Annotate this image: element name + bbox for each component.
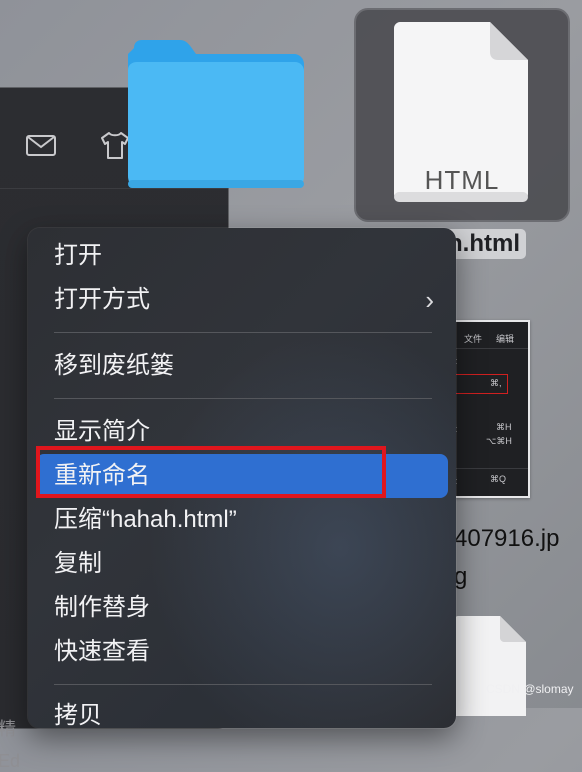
menu-item-label: 打开 bbox=[54, 242, 102, 269]
tshirt-icon[interactable] bbox=[98, 128, 132, 162]
thumb-key-3: ⌥⌘H bbox=[486, 436, 512, 446]
menu-item-duplicate[interactable]: 复制 bbox=[36, 542, 448, 586]
thumb-menu-edit: 编辑 bbox=[496, 334, 515, 344]
thumb-key-1: ⌘, bbox=[490, 378, 502, 388]
menu-item-label: 制作替身 bbox=[54, 594, 150, 621]
watermark: CSDN @slomay bbox=[486, 682, 574, 696]
menu-item-compress[interactable]: 压缩“hahah.html” bbox=[36, 498, 448, 542]
menu-item-copy[interactable]: 拷贝 bbox=[36, 694, 448, 728]
file-type-label: HTML bbox=[424, 165, 500, 195]
side-text-2: Ed bbox=[0, 751, 21, 771]
menu-item-move-to-trash[interactable]: 移到废纸篓 bbox=[36, 344, 448, 388]
jpg-file-name[interactable]: 407916.jp bbox=[454, 525, 559, 553]
annotation-highlight-box bbox=[36, 446, 386, 498]
thumb-key-4: ⌘Q bbox=[490, 474, 507, 484]
menu-item-open-with[interactable]: 打开方式 › bbox=[36, 278, 448, 322]
menu-separator bbox=[54, 398, 432, 399]
menu-item-make-alias[interactable]: 制作替身 bbox=[36, 586, 448, 630]
thumb-row-1: 辑 bbox=[448, 354, 524, 367]
menu-item-quick-look[interactable]: 快速查看 bbox=[36, 630, 448, 674]
mail-icon[interactable] bbox=[24, 128, 58, 162]
html-file-tile[interactable]: HTML bbox=[354, 8, 570, 222]
document-icon[interactable] bbox=[454, 616, 526, 716]
side-text: 精 bbox=[0, 719, 16, 739]
menu-item-label: 显示简介 bbox=[54, 418, 150, 445]
thumb-key-2: ⌘H bbox=[496, 422, 512, 432]
menu-item-open[interactable]: 打开 bbox=[36, 234, 448, 278]
folder-icon[interactable] bbox=[128, 40, 304, 188]
menu-item-label: 复制 bbox=[54, 550, 102, 577]
menu-item-label: 快速查看 bbox=[54, 638, 150, 665]
menu-item-label: 打开方式 bbox=[54, 286, 150, 313]
menu-item-label: 拷贝 bbox=[54, 702, 102, 728]
menu-separator bbox=[54, 332, 432, 333]
jpg-file-name-line2[interactable]: g bbox=[454, 563, 467, 591]
menu-separator bbox=[54, 684, 432, 685]
chevron-right-icon: › bbox=[425, 285, 434, 315]
menu-item-label: 压缩“hahah.html” bbox=[54, 506, 237, 533]
menu-item-label: 移到废纸篓 bbox=[54, 352, 174, 379]
